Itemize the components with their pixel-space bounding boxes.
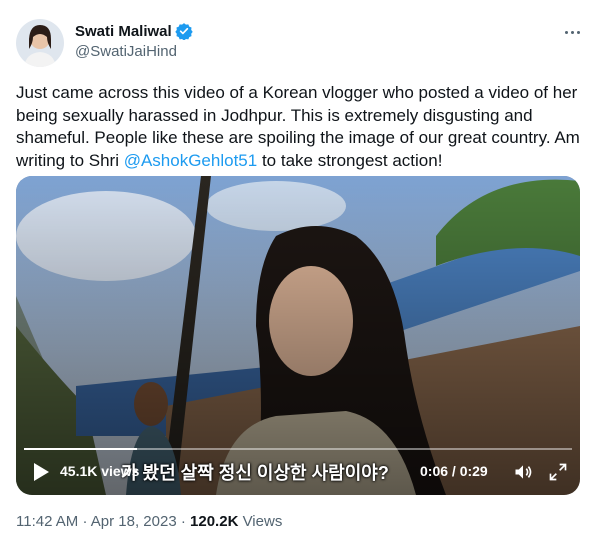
author-name-row: Swati Maliwal [75,22,193,41]
author-display-name[interactable]: Swati Maliwal [75,23,172,40]
play-icon[interactable] [32,462,50,482]
fullscreen-icon[interactable] [548,462,568,482]
tweet-time[interactable]: 11:42 AM [16,513,78,530]
video-progress-fill [24,448,138,450]
tweet-date[interactable]: Apr 18, 2023 [91,513,177,530]
meta-separator: · [180,513,186,530]
more-options-icon[interactable] [560,22,584,42]
video-controls: 45.1K views 0:06 / 0:29 [16,424,580,482]
verified-badge-icon[interactable] [175,22,193,41]
tweet-meta: 11:42 AM · Apr 18, 2023 · 120.2K Views [16,513,282,530]
meta-separator: · [82,513,88,530]
volume-icon[interactable] [513,462,533,482]
tweet-card: Swati Maliwal @SwatiJaiHind Just came ac… [0,0,598,549]
video-time: 0:06 / 0:29 [420,463,488,479]
views-count: 120.2K [190,513,239,530]
video-player[interactable]: 가 봤던 살짝 정신 이상한 사람이야? 45.1K views 0:06 / … [16,176,580,495]
mention-link[interactable]: @AshokGehlot51 [124,151,258,170]
video-progress-bar[interactable] [24,448,572,450]
tweet-text-end: to take strongest action! [257,150,443,170]
avatar[interactable] [16,19,64,67]
video-views: 45.1K views [60,463,140,479]
tweet-text: Just came across this video of a Korean … [16,82,586,172]
views-label: Views [242,513,283,530]
author-handle[interactable]: @SwatiJaiHind [75,43,177,60]
